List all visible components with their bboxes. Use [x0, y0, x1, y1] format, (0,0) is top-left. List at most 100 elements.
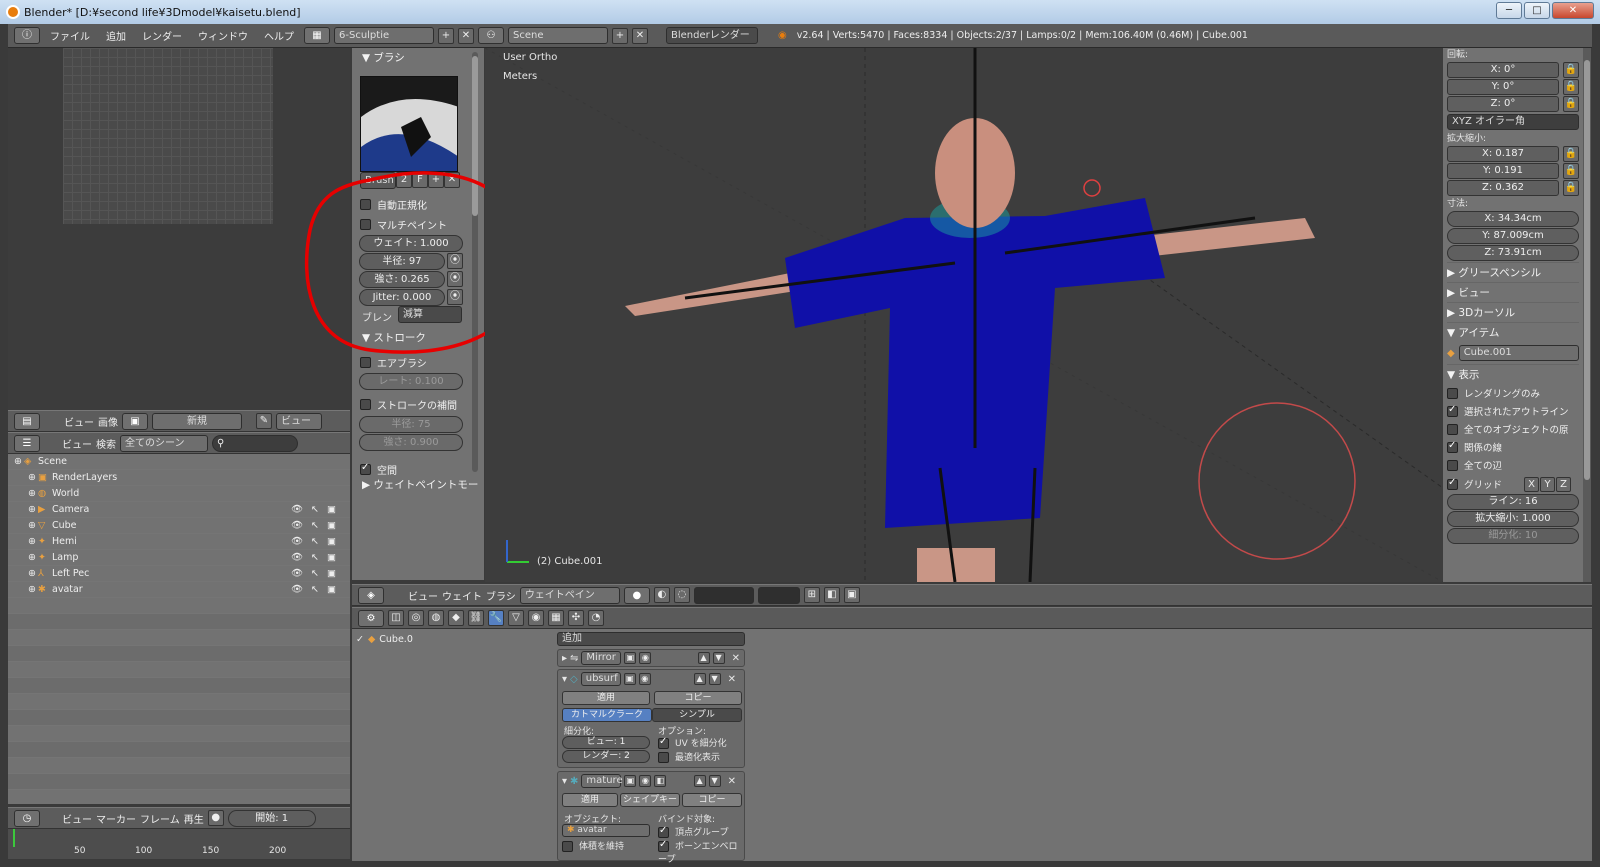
layout-add-icon[interactable]: +: [438, 27, 454, 44]
armature-object-field[interactable]: ✱ avatar: [562, 824, 650, 837]
image-browse-icon[interactable]: ▣: [122, 412, 148, 430]
brush-panel-header[interactable]: ▼ ブラシ: [352, 48, 484, 68]
outliner-row[interactable]: ⊕ ✱ avatar 👁↖▣: [8, 582, 350, 598]
layout-icon[interactable]: ▦: [304, 27, 330, 44]
image-menu-image[interactable]: 画像: [98, 414, 118, 429]
visibility-icons[interactable]: 👁↖▣: [291, 568, 344, 579]
viewport-type-icon[interactable]: ◈: [358, 586, 384, 604]
lock-icon[interactable]: 🔒: [1563, 96, 1579, 112]
record-icon[interactable]: ●: [207, 810, 224, 826]
subsurf-name-field[interactable]: ubsurf: [580, 672, 621, 686]
display-section-header[interactable]: ▼ 表示: [1447, 364, 1579, 384]
grid-scale-field[interactable]: 拡大縮小: 1.000: [1447, 511, 1579, 527]
rotation-field[interactable]: X: 0°: [1447, 62, 1559, 78]
menu-help[interactable]: ヘルプ: [258, 28, 300, 43]
timeline-type-icon[interactable]: ◷: [14, 809, 40, 827]
menu-file[interactable]: ファイル: [44, 28, 96, 43]
world-tab-icon[interactable]: ◍: [428, 610, 444, 626]
armature-remove-icon[interactable]: ✕: [728, 776, 736, 787]
outliner-search-input[interactable]: ⚲: [212, 434, 298, 452]
vertex-groups-checkbox[interactable]: [658, 825, 669, 838]
uv-subdiv-option[interactable]: UV を細分化: [658, 736, 727, 749]
armature-render-icon[interactable]: ▣: [624, 775, 637, 787]
preserve-volume-option[interactable]: 体積を維持: [562, 839, 624, 852]
material-tab-icon[interactable]: ◉: [528, 610, 544, 626]
collapse-arrow-icon[interactable]: ▾: [562, 674, 567, 685]
modifier-tab-icon[interactable]: 🔧: [488, 610, 504, 626]
space-checkbox[interactable]: [360, 462, 371, 475]
subsurf-remove-icon[interactable]: ✕: [728, 674, 736, 685]
expand-icon[interactable]: ⊕: [28, 504, 38, 515]
sidebar-section-header[interactable]: ▶ ビュー: [1447, 282, 1579, 302]
dimension-field[interactable]: X: 34.34cm: [1447, 211, 1579, 227]
display-option[interactable]: 全ての辺: [1447, 456, 1579, 474]
opengl-render-icon[interactable]: ▣: [843, 587, 860, 603]
modifier-tree-item[interactable]: ✓ ◆ Cube.0: [356, 631, 536, 647]
lock-icon[interactable]: 🔒: [1563, 163, 1579, 179]
outliner-row[interactable]: ⊕ ▽ Cube 👁↖▣: [8, 518, 350, 534]
outliner-menu-view[interactable]: ビュー: [62, 436, 92, 451]
display-option-checkbox[interactable]: [1447, 459, 1458, 471]
outliner-row[interactable]: ⊕ ✦ Hemi 👁↖▣: [8, 534, 350, 550]
grid-lines-field[interactable]: ライン: 16: [1447, 494, 1579, 510]
constraint-tab-icon[interactable]: ⛓: [468, 610, 484, 626]
bone-envelopes-checkbox[interactable]: [658, 839, 669, 852]
sidebar-section-header[interactable]: ▶ 3Dカーソル: [1447, 302, 1579, 322]
maximize-button[interactable]: □: [1524, 2, 1550, 19]
new-image-button[interactable]: 新規: [152, 412, 242, 430]
vertex-select-icon[interactable]: ◌: [673, 587, 690, 603]
stroke-smooth-option[interactable]: ストロークの補間: [360, 394, 457, 414]
image-view-select[interactable]: ビュー: [276, 412, 322, 430]
render-levels-field[interactable]: レンダー: 2: [562, 750, 650, 763]
simple-button[interactable]: シンプル: [652, 708, 742, 722]
grid-checkbox[interactable]: [1447, 477, 1458, 490]
subsurf-down-icon[interactable]: ▼: [708, 673, 721, 685]
display-option[interactable]: 選択されたアウトライン: [1447, 402, 1579, 420]
display-option-checkbox[interactable]: [1447, 423, 1458, 435]
layer-buttons-left[interactable]: [693, 586, 754, 604]
outliner-row[interactable]: ⊕ ⅄ Left Pec 👁↖▣: [8, 566, 350, 582]
sidebar-section-header[interactable]: ▼ アイテム: [1447, 322, 1579, 342]
timeline-menu-marker[interactable]: マーカー: [96, 811, 136, 826]
minimize-button[interactable]: ─: [1496, 2, 1522, 19]
grid-axis-toggle[interactable]: Y: [1540, 476, 1556, 492]
weight-paint-options-header[interactable]: ▶ ウェイトペイントモー: [362, 475, 478, 495]
subsurf-up-icon[interactable]: ▲: [693, 673, 706, 685]
grid-axis-toggle[interactable]: Z: [1556, 476, 1572, 492]
outliner-row[interactable]: ⊕ ▶ Camera 👁↖▣: [8, 502, 350, 518]
timeline-area[interactable]: 50 100 150 200: [8, 829, 350, 859]
outliner-row[interactable]: ⊕ ✦ Lamp 👁↖▣: [8, 550, 350, 566]
grid-option[interactable]: グリッド XYZ: [1447, 474, 1579, 494]
rate-slider[interactable]: レート: 0.100: [359, 373, 463, 390]
armature-up-icon[interactable]: ▲: [693, 775, 706, 787]
info-editor-icon[interactable]: ⓘ: [14, 27, 40, 44]
image-menu-view[interactable]: ビュー: [64, 414, 94, 429]
expand-arrow-icon[interactable]: ▸: [562, 653, 567, 664]
smooth-strength-slider[interactable]: 強さ: 0.900: [359, 434, 463, 451]
brush-preview[interactable]: [360, 76, 458, 172]
expand-icon[interactable]: ⊕: [28, 488, 38, 499]
3d-viewport[interactable]: User Ortho Meters (2) Cube.001: [485, 48, 1443, 582]
scene-add-icon[interactable]: +: [612, 27, 628, 44]
item-name-field[interactable]: Cube.001: [1458, 345, 1579, 361]
outliner-row[interactable]: ⊕ ▣ RenderLayers: [8, 470, 350, 486]
image-editor[interactable]: [8, 48, 350, 410]
viewport-menu-view[interactable]: ビュー: [408, 588, 438, 603]
scale-field[interactable]: Y: 0.191: [1447, 163, 1559, 179]
timeline-menu-playback[interactable]: 再生: [184, 811, 204, 826]
subsurf-copy-button[interactable]: コピー: [654, 691, 742, 705]
lock-icon[interactable]: 🔒: [1563, 79, 1579, 95]
lock-icon[interactable]: 🔒: [1563, 180, 1579, 196]
mirror-render-icon[interactable]: ▣: [624, 652, 637, 664]
preserve-volume-checkbox[interactable]: [562, 841, 573, 852]
dimension-field[interactable]: Z: 73.91cm: [1447, 245, 1579, 261]
vertex-groups-option[interactable]: 頂点グループ: [658, 825, 728, 838]
expand-icon[interactable]: ⊕: [14, 456, 24, 467]
viewport-menu-brush[interactable]: ブラシ: [486, 588, 516, 603]
scale-field[interactable]: Z: 0.362: [1447, 180, 1559, 196]
render-engine-select[interactable]: Blenderレンダー: [666, 27, 758, 44]
close-button[interactable]: ✕: [1552, 2, 1594, 19]
outliner-filter-select[interactable]: 全てのシーン: [120, 434, 208, 452]
visibility-icons[interactable]: 👁↖▣: [291, 536, 344, 547]
layer-buttons-right[interactable]: [757, 586, 800, 604]
